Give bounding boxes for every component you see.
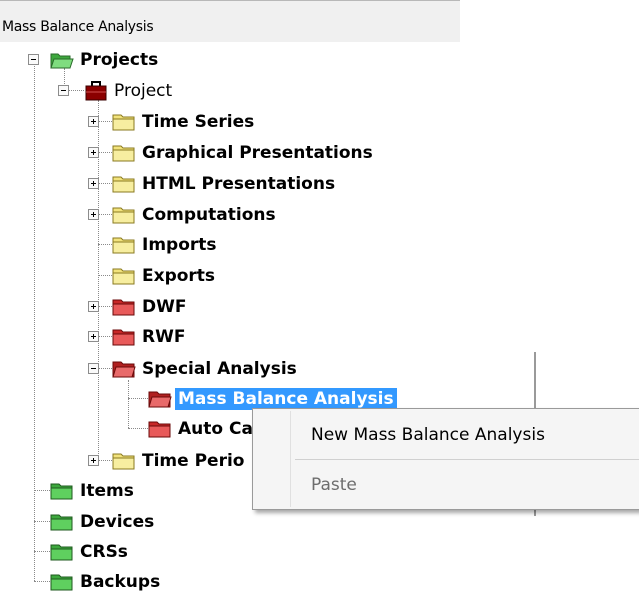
tree-hline	[98, 368, 112, 369]
tree-node-exports[interactable]: Exports	[112, 264, 218, 288]
menu-item-new-mass-balance-analysis[interactable]: New Mass Balance Analysis	[311, 425, 545, 445]
tree-node-auto-calibration[interactable]: Auto Ca	[148, 417, 256, 441]
context-menu: New Mass Balance Analysis Paste	[252, 408, 639, 510]
red-folder-icon	[148, 419, 172, 439]
tree-node-time-series[interactable]: Time Series	[112, 110, 257, 134]
expand-toggle-html-presentations[interactable]	[88, 178, 99, 189]
collapse-toggle-special-analysis[interactable]	[88, 363, 99, 374]
tree-line-root	[34, 66, 35, 581]
tree-hline	[34, 490, 50, 491]
menu-separator	[295, 459, 639, 460]
red-folder-icon	[112, 297, 136, 317]
briefcase-icon	[84, 81, 108, 101]
tree-node-project[interactable]: Project	[84, 79, 175, 103]
red-open-folder-icon	[148, 389, 172, 409]
tree-node-computations[interactable]: Computations	[112, 203, 279, 227]
green-folder-icon	[50, 512, 74, 532]
tree-node-html-presentations[interactable]: HTML Presentations	[112, 172, 338, 196]
tree-node-time-periods[interactable]: Time Perio	[112, 449, 247, 473]
expand-toggle-time-periods[interactable]	[88, 455, 99, 466]
tree-node-projects[interactable]: Projects	[50, 48, 161, 72]
green-folder-icon	[50, 542, 74, 562]
tree-hline	[98, 183, 112, 184]
tree-hline	[98, 121, 112, 122]
open-folder-icon	[50, 50, 74, 70]
tree-node-items[interactable]: Items	[50, 479, 137, 503]
header-title: Mass Balance Analysis	[2, 19, 154, 35]
folder-icon	[112, 205, 136, 225]
tree-line-special	[128, 380, 129, 428]
tree-node-rwf[interactable]: RWF	[112, 325, 188, 349]
green-folder-icon	[50, 481, 74, 501]
tree-hline	[34, 521, 50, 522]
menu-item-paste[interactable]: Paste	[311, 475, 357, 495]
tree-hline	[34, 551, 50, 552]
folder-icon	[112, 451, 136, 471]
expand-toggle-graphical-presentations[interactable]	[88, 147, 99, 158]
tree-hline	[34, 581, 50, 582]
tree-hline	[98, 306, 112, 307]
folder-icon	[112, 266, 136, 286]
tree-hline	[98, 214, 112, 215]
expand-toggle-rwf[interactable]	[88, 331, 99, 342]
folder-icon	[112, 112, 136, 132]
tree-node-crss[interactable]: CRSs	[50, 540, 131, 564]
tree-node-imports[interactable]: Imports	[112, 233, 220, 257]
tree-hline	[98, 275, 112, 276]
tree-hline	[98, 460, 112, 461]
context-menu-gutter	[290, 411, 291, 507]
tree-node-graphical-presentations[interactable]: Graphical Presentations	[112, 141, 376, 165]
tree-hline	[98, 244, 112, 245]
folder-icon	[112, 235, 136, 255]
expand-toggle-time-series[interactable]	[88, 116, 99, 127]
expand-toggle-computations[interactable]	[88, 209, 99, 220]
red-open-folder-icon	[112, 359, 136, 379]
folder-icon	[112, 143, 136, 163]
red-folder-icon	[112, 327, 136, 347]
tree-hline	[98, 152, 112, 153]
tree-node-devices[interactable]: Devices	[50, 510, 157, 534]
tree-node-backups[interactable]: Backups	[50, 570, 163, 594]
collapse-toggle-projects[interactable]	[28, 54, 39, 65]
tree-node-special-analysis[interactable]: Special Analysis	[112, 357, 300, 381]
tree-hline	[128, 428, 148, 429]
green-folder-icon	[50, 572, 74, 592]
tree-hline	[128, 398, 148, 399]
window-header: Mass Balance Analysis	[0, 0, 460, 42]
tree-hline	[98, 336, 112, 337]
tree-node-dwf[interactable]: DWF	[112, 295, 189, 319]
expand-toggle-dwf[interactable]	[88, 301, 99, 312]
folder-icon	[112, 174, 136, 194]
collapse-toggle-project[interactable]	[58, 85, 69, 96]
